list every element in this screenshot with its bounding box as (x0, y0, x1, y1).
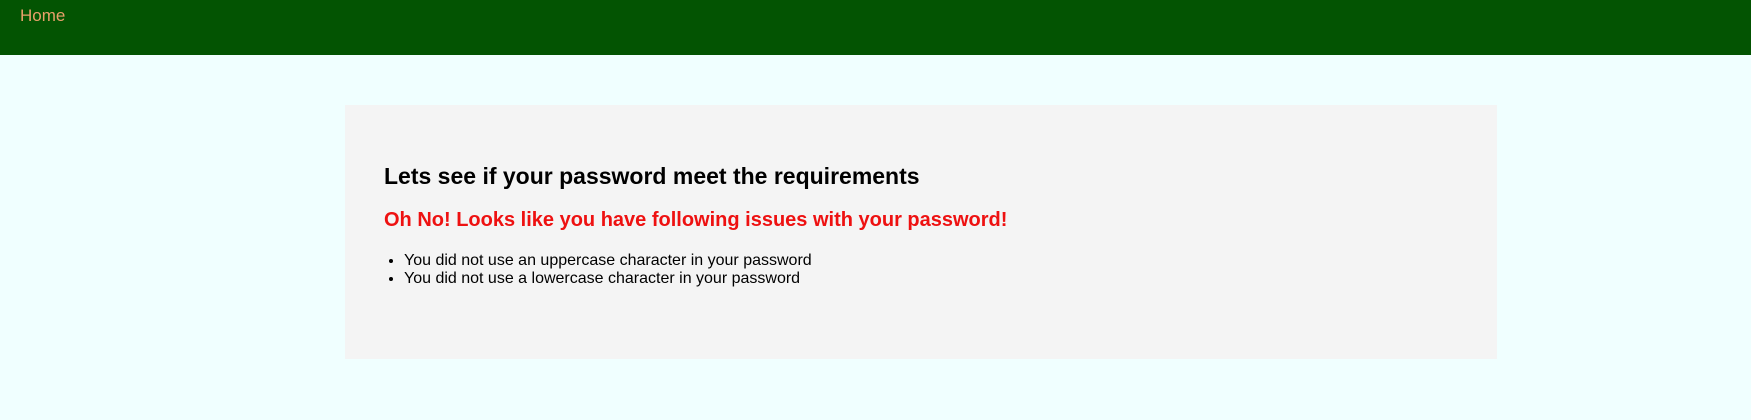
top-navbar: Home (0, 0, 1751, 55)
list-item: You did not use a lowercase character in… (404, 270, 812, 288)
list-item: You did not use an uppercase character i… (404, 252, 812, 270)
error-heading: Oh No! Looks like you have following iss… (384, 209, 1008, 231)
home-link[interactable]: Home (20, 6, 65, 26)
page-title: Lets see if your password meet the requi… (384, 163, 920, 189)
password-result-card: Lets see if your password meet the requi… (345, 105, 1497, 359)
issue-list: You did not use an uppercase character i… (384, 252, 812, 288)
